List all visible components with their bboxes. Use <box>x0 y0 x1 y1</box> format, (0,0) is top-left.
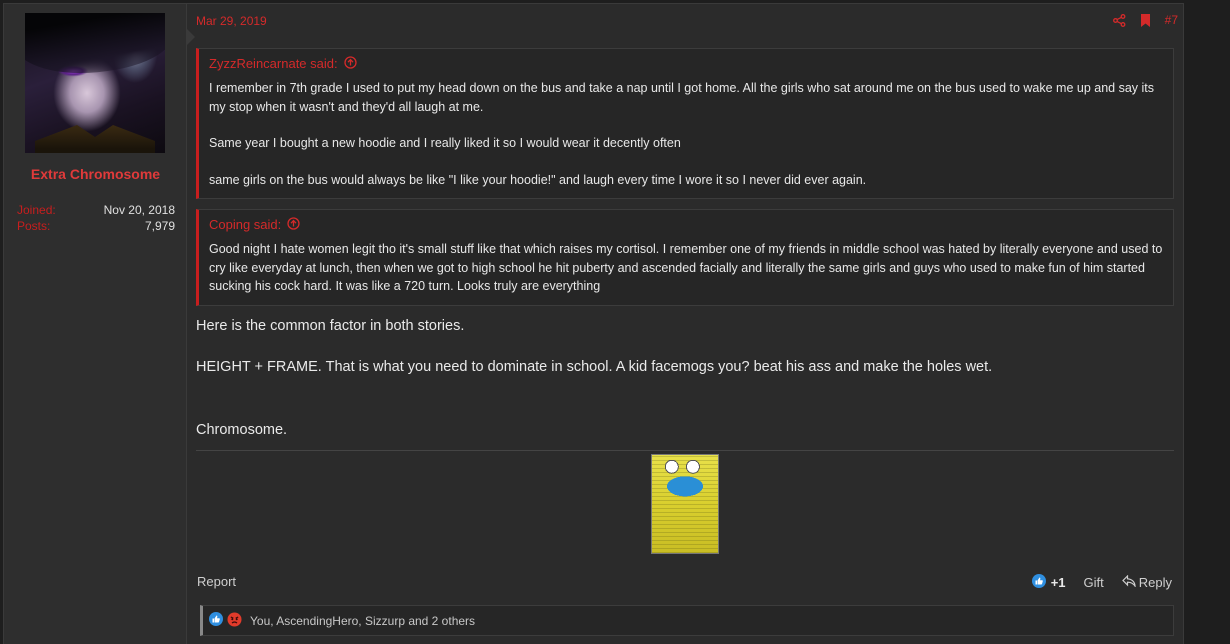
report-link[interactable]: Report <box>197 574 236 589</box>
avatar[interactable] <box>25 13 165 153</box>
post-tools: #7 <box>1112 13 1178 27</box>
avatar-hair-shape <box>25 13 165 73</box>
bookmark-icon[interactable] <box>1140 13 1151 27</box>
message-line: Here is the common factor in both storie… <box>196 318 465 334</box>
post-number[interactable]: #7 <box>1165 13 1178 27</box>
quote-block-1: ZyzzReincarnate said: I remember in 7th … <box>196 48 1174 199</box>
user-arrow <box>187 29 195 45</box>
user-info-panel: Extra Chromosome Joined: Nov 20, 2018 Po… <box>4 4 187 644</box>
signature-divider <box>196 450 1174 451</box>
posts-label: Posts: <box>17 219 51 233</box>
username[interactable]: Extra Chromosome <box>4 166 187 182</box>
message-line: HEIGHT + FRAME. That is what you need to… <box>196 359 993 375</box>
like-count: +1 <box>1050 575 1066 590</box>
post-main: Mar 29, 2019 #7 ZyzzReincarnate said: I … <box>196 4 1178 644</box>
upload-arrow-icon[interactable] <box>343 55 357 72</box>
reply-button[interactable]: Reply <box>1121 574 1172 590</box>
gift-link[interactable]: Gift <box>1084 575 1104 590</box>
quote-body: Good night I hate women legit tho it's s… <box>199 232 1173 304</box>
post-container: Extra Chromosome Joined: Nov 20, 2018 Po… <box>3 3 1184 644</box>
reply-arrow-icon <box>1121 574 1136 590</box>
post-actions: +1 Gift Reply <box>1031 574 1172 591</box>
like-button[interactable]: +1 <box>1031 574 1066 591</box>
posts-value: 7,979 <box>144 219 175 233</box>
reactions-list[interactable]: You, AscendingHero, Sizzurp and 2 others <box>250 614 475 628</box>
signature-image <box>651 454 719 554</box>
quote-header[interactable]: Coping said: <box>199 210 1173 232</box>
reply-label: Reply <box>1138 575 1172 590</box>
share-icon[interactable] <box>1112 13 1126 27</box>
upload-arrow-icon[interactable] <box>287 216 300 233</box>
joined-value: Nov 20, 2018 <box>103 203 175 217</box>
like-icon <box>209 612 223 629</box>
joined-label: Joined: <box>17 203 56 217</box>
like-icon <box>1031 574 1046 591</box>
angry-icon <box>227 612 242 630</box>
quote-block-2: Coping said: Good night I hate women leg… <box>196 209 1174 306</box>
post-date[interactable]: Mar 29, 2019 <box>196 14 267 28</box>
quote-author[interactable]: ZyzzReincarnate said: <box>209 56 338 71</box>
quote-paragraph: same girls on the bus would always be li… <box>209 172 867 187</box>
quote-author[interactable]: Coping said: <box>209 217 281 232</box>
quote-paragraph: Good night I hate women legit tho it's s… <box>209 242 1163 293</box>
quote-paragraph: Same year I bought a new hoodie and I re… <box>209 136 681 150</box>
quote-paragraph: I remember in 7th grade I used to put my… <box>209 81 1155 114</box>
avatar-collar-shape <box>35 125 155 153</box>
quote-header[interactable]: ZyzzReincarnate said: <box>199 49 1173 71</box>
reactions-bar[interactable]: You, AscendingHero, Sizzurp and 2 others <box>200 605 1174 636</box>
message-line: Chromosome. <box>196 422 288 438</box>
quote-body: I remember in 7th grade I used to put my… <box>199 71 1173 197</box>
